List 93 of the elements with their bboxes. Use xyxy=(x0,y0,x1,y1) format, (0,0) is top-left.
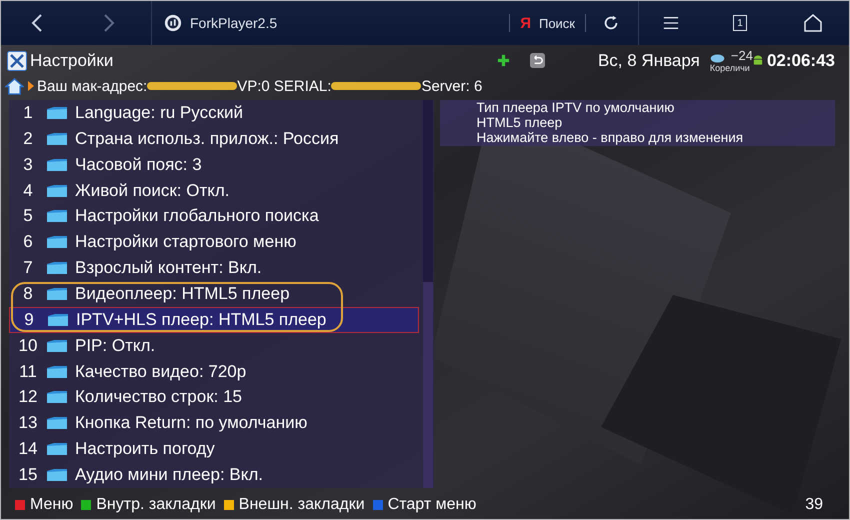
folder-icon xyxy=(47,132,67,146)
date-text: Вс, 8 Января xyxy=(598,50,700,70)
row-number: 9 xyxy=(23,310,35,330)
description-text: Тип плеера IPTV по умолчанию xyxy=(476,100,676,115)
setting-label: Количество строк: 15 xyxy=(75,387,242,408)
setting-item[interactable]: 15 Аудио мини плеер: Вкл. xyxy=(9,462,419,488)
folder-icon xyxy=(47,106,67,120)
setting-label: Настройки стартового меню xyxy=(75,232,296,252)
setting-label: Видеоплеер: HTML5 плеер xyxy=(75,284,290,304)
setting-label: Страна использ. прилож.: Россия xyxy=(75,128,339,149)
key-hint[interactable]: Старт меню xyxy=(388,496,476,514)
setting-item[interactable]: 8 Видеоплеер: HTML5 плеер xyxy=(9,281,419,307)
setting-item[interactable]: 14 Настроить погоду xyxy=(9,436,419,462)
setting-item[interactable]: 11 Качество видео: 720p xyxy=(9,358,419,384)
setting-label: Часовой пояс: 3 xyxy=(75,154,202,175)
selected-setting-item[interactable]: 9 IPTV+HLS плеер: HTML5 плеер xyxy=(9,306,419,333)
folder-icon xyxy=(47,158,67,172)
setting-item[interactable]: 5 Настройки глобального поиска xyxy=(9,203,419,230)
folder-icon xyxy=(47,390,67,404)
row-number: 12 xyxy=(18,387,38,408)
folder-icon xyxy=(47,416,67,430)
folder-icon xyxy=(47,468,67,482)
setting-item[interactable]: 10 PIP: Откл. xyxy=(9,332,419,359)
add-icon[interactable] xyxy=(496,54,510,67)
search-logo: Я xyxy=(520,14,531,32)
row-number: 7 xyxy=(22,258,34,278)
description-text: Нажимайте влево - вправо для изменения xyxy=(476,130,744,145)
setting-label: Language: ru Русский xyxy=(75,102,243,123)
key-hint[interactable]: Внутр. закладки xyxy=(96,496,216,514)
row-number: 3 xyxy=(22,154,34,175)
android-icon xyxy=(752,54,763,67)
settings-tools-icon xyxy=(7,50,27,70)
setting-item[interactable]: 7 Взрослый контент: Вкл. xyxy=(9,255,419,282)
setting-item[interactable]: 4 Живой поиск: Откл. xyxy=(9,178,419,204)
page-number: 39 xyxy=(805,496,823,514)
temperature-text: −24 xyxy=(730,48,753,63)
forward-icon[interactable] xyxy=(103,13,115,33)
row-number: 15 xyxy=(18,464,38,485)
info-text: Ваш мак-адрес: xyxy=(37,78,148,94)
setting-label: IPTV+HLS плеер: HTML5 плеер xyxy=(76,310,326,330)
home-icon[interactable] xyxy=(5,78,24,94)
clock-text: 02:06:43 xyxy=(766,50,835,70)
page-title: ForkPlayer2.5 xyxy=(190,15,278,31)
setting-item[interactable]: 12 Количество строк: 15 xyxy=(9,384,419,410)
key-hint[interactable]: Меню xyxy=(30,496,74,514)
folder-icon xyxy=(47,261,67,276)
refresh-icon[interactable] xyxy=(602,14,620,32)
folder-icon xyxy=(47,184,67,198)
setting-label: Качество видео: 720p xyxy=(75,362,246,382)
row-number: 10 xyxy=(18,336,38,356)
search-button[interactable]: Поиск xyxy=(538,16,575,30)
app-logo-icon xyxy=(164,14,182,32)
info-text: VP:0 SERIAL: xyxy=(237,78,332,94)
row-number: 14 xyxy=(18,439,38,460)
folder-icon xyxy=(47,286,67,301)
setting-label: PIP: Откл. xyxy=(75,336,156,356)
screen-title: Настройки xyxy=(30,50,114,70)
description-text: HTML5 плеер xyxy=(476,115,564,130)
menu-icon[interactable] xyxy=(663,15,679,31)
setting-item[interactable]: 13 Кнопка Return: по умолчанию xyxy=(9,410,419,436)
back-icon[interactable] xyxy=(31,13,43,33)
folder-icon xyxy=(48,312,68,327)
setting-label: Кнопка Return: по умолчанию xyxy=(75,413,308,434)
tab-count-button[interactable]: 1 xyxy=(733,15,747,31)
setting-item[interactable]: 3 Часовой пояс: 3 xyxy=(9,152,419,178)
row-number: 5 xyxy=(22,206,34,226)
setting-item[interactable]: 1 Language: ru Русский xyxy=(9,100,419,126)
weather-cloud-icon xyxy=(710,54,725,63)
folder-icon xyxy=(47,442,67,456)
arrow-icon xyxy=(28,81,34,91)
row-number: 4 xyxy=(22,180,34,200)
key-hint[interactable]: Внешн. закладки xyxy=(238,496,365,514)
setting-label: Настройки глобального поиска xyxy=(75,206,319,226)
setting-label: Взрослый контент: Вкл. xyxy=(75,258,262,278)
setting-label: Аудио мини плеер: Вкл. xyxy=(75,464,264,485)
row-number: 13 xyxy=(18,413,38,434)
folder-icon xyxy=(47,364,67,379)
row-number: 8 xyxy=(22,284,34,304)
return-icon[interactable] xyxy=(530,53,545,68)
info-text: Server: 6 xyxy=(421,78,482,94)
row-number: 1 xyxy=(22,102,34,123)
folder-icon xyxy=(47,338,67,353)
setting-label: Живой поиск: Откл. xyxy=(75,180,230,200)
setting-item[interactable]: 6 Настройки стартового меню xyxy=(9,229,419,256)
row-number: 6 xyxy=(22,232,34,252)
folder-icon xyxy=(47,209,67,224)
scrollbar[interactable] xyxy=(423,100,433,488)
row-number: 2 xyxy=(22,128,34,149)
setting-label: Настроить погоду xyxy=(75,439,215,460)
setting-item[interactable]: 2 Страна использ. прилож.: Россия xyxy=(9,126,419,152)
folder-icon xyxy=(47,235,67,250)
city-text: Кореличи xyxy=(710,63,751,73)
row-number: 11 xyxy=(18,362,38,382)
